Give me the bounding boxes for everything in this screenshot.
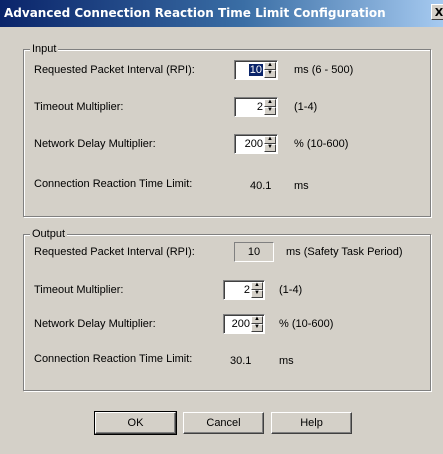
spin-up-icon[interactable]: ▲ <box>251 316 263 324</box>
input-limit-unit: ms <box>294 180 309 192</box>
output-delay-label: Network Delay Multiplier: <box>34 318 156 330</box>
input-timeout-label: Timeout Multiplier: <box>34 101 124 113</box>
input-delay-range: % (10-600) <box>294 138 349 150</box>
spin-up-icon[interactable]: ▲ <box>264 62 276 70</box>
output-rpi-field: 10 <box>234 242 274 262</box>
input-group-legend: Input <box>30 42 59 56</box>
input-rpi-stepper[interactable]: 10 ▲ ▼ <box>234 60 278 80</box>
spin-down-icon[interactable]: ▼ <box>251 290 263 298</box>
input-timeout-value: 2 <box>256 101 263 113</box>
output-delay-range: % (10-600) <box>279 318 334 330</box>
output-group: Output Requested Packet Interval (RPI): … <box>23 227 431 391</box>
ok-button[interactable]: OK <box>94 411 177 435</box>
output-rpi-range: ms (Safety Task Period) <box>286 246 403 258</box>
output-timeout-label: Timeout Multiplier: <box>34 284 124 296</box>
output-rpi-value: 10 <box>247 246 261 258</box>
cancel-button[interactable]: Cancel <box>183 412 264 434</box>
input-rpi-range: ms (6 - 500) <box>294 64 354 76</box>
input-timeout-spinner[interactable]: ▲ ▼ <box>264 99 276 115</box>
title-bar[interactable]: Advanced Connection Reaction Time Limit … <box>0 0 443 27</box>
input-timeout-stepper[interactable]: 2 ▲ ▼ <box>234 97 278 117</box>
output-rpi-label: Requested Packet Interval (RPI): <box>34 246 195 258</box>
dialog-title: Advanced Connection Reaction Time Limit … <box>4 6 386 20</box>
spin-down-icon[interactable]: ▼ <box>264 107 276 115</box>
output-timeout-spinner[interactable]: ▲ ▼ <box>251 282 263 298</box>
spin-up-icon[interactable]: ▲ <box>251 282 263 290</box>
input-delay-value: 200 <box>244 138 263 150</box>
output-timeout-value: 2 <box>243 284 250 296</box>
spin-up-icon[interactable]: ▲ <box>264 99 276 107</box>
output-delay-stepper[interactable]: 200 ▲ ▼ <box>223 314 265 334</box>
spin-down-icon[interactable]: ▼ <box>264 144 276 152</box>
output-limit-label: Connection Reaction Time Limit: <box>34 353 193 365</box>
output-limit-value: 30.1 <box>230 355 252 367</box>
input-delay-spinner[interactable]: ▲ ▼ <box>264 136 276 152</box>
spin-up-icon[interactable]: ▲ <box>264 136 276 144</box>
input-rpi-label: Requested Packet Interval (RPI): <box>34 64 195 76</box>
input-limit-value: 40.1 <box>250 180 272 192</box>
input-group: Input Requested Packet Interval (RPI): 1… <box>23 42 431 217</box>
output-group-legend: Output <box>30 227 68 241</box>
input-limit-label: Connection Reaction Time Limit: <box>34 178 193 190</box>
output-timeout-stepper[interactable]: 2 ▲ ▼ <box>223 280 265 300</box>
input-rpi-value: 10 <box>248 64 263 76</box>
input-delay-stepper[interactable]: 200 ▲ ▼ <box>234 134 278 154</box>
close-button[interactable]: X <box>431 4 443 20</box>
spin-down-icon[interactable]: ▼ <box>264 70 276 78</box>
input-timeout-range: (1-4) <box>294 101 318 113</box>
dialog-window: Advanced Connection Reaction Time Limit … <box>0 0 443 454</box>
help-button[interactable]: Help <box>271 412 352 434</box>
output-delay-value: 200 <box>231 318 250 330</box>
input-rpi-spinner[interactable]: ▲ ▼ <box>264 62 276 78</box>
output-delay-spinner[interactable]: ▲ ▼ <box>251 316 263 332</box>
output-limit-unit: ms <box>279 355 294 367</box>
spin-down-icon[interactable]: ▼ <box>251 324 263 332</box>
output-timeout-range: (1-4) <box>279 284 303 296</box>
input-delay-label: Network Delay Multiplier: <box>34 138 156 150</box>
